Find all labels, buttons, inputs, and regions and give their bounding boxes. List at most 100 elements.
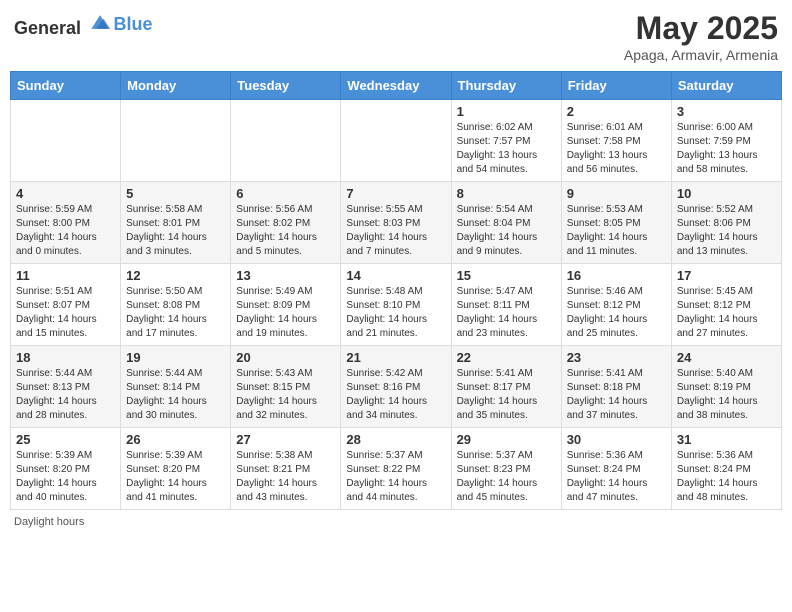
day-info: Sunrise: 5:38 AM Sunset: 8:21 PM Dayligh… bbox=[236, 449, 335, 505]
day-info: Sunrise: 5:39 AM Sunset: 8:20 PM Dayligh… bbox=[126, 449, 225, 505]
month-title: May 2025 bbox=[624, 10, 778, 47]
day-number: 7 bbox=[346, 186, 445, 201]
day-number: 22 bbox=[457, 350, 556, 365]
calendar-cell bbox=[11, 100, 121, 182]
calendar-cell: 16 Sunrise: 5:46 AM Sunset: 8:12 PM Dayli… bbox=[561, 264, 671, 346]
calendar-week-row: 25 Sunrise: 5:39 AM Sunset: 8:20 PM Dayli… bbox=[11, 428, 782, 510]
day-number: 5 bbox=[126, 186, 225, 201]
footer-note: Daylight hours bbox=[10, 516, 782, 528]
calendar-cell: 19 Sunrise: 5:44 AM Sunset: 8:14 PM Dayli… bbox=[121, 346, 231, 428]
day-info: Sunrise: 5:59 AM Sunset: 8:00 PM Dayligh… bbox=[16, 203, 115, 259]
day-info: Sunrise: 5:44 AM Sunset: 8:14 PM Dayligh… bbox=[126, 367, 225, 423]
logo: General Blue bbox=[14, 10, 153, 39]
day-number: 1 bbox=[457, 104, 556, 119]
calendar-cell: 23Sunrise: 5:41 AM Sunset: 8:18 PM Dayli… bbox=[561, 346, 671, 428]
calendar-cell: 5Sunrise: 5:58 AM Sunset: 8:01 PM Daylig… bbox=[121, 182, 231, 264]
calendar-cell bbox=[121, 100, 231, 182]
calendar-cell: 25 Sunrise: 5:39 AM Sunset: 8:20 PM Dayli… bbox=[11, 428, 121, 510]
day-info: Sunrise: 5:36 AM Sunset: 8:24 PM Dayligh… bbox=[677, 449, 776, 505]
calendar-cell: 15Sunrise: 5:47 AM Sunset: 8:11 PM Dayli… bbox=[451, 264, 561, 346]
day-number: 9 bbox=[567, 186, 666, 201]
title-block: May 2025 Apaga, Armavir, Armenia bbox=[624, 10, 778, 63]
day-info: Sunrise: 5:49 AM Sunset: 8:09 PM Dayligh… bbox=[236, 285, 335, 341]
day-info: Sunrise: 6:00 AM Sunset: 7:59 PM Dayligh… bbox=[677, 121, 776, 177]
day-number: 4 bbox=[16, 186, 115, 201]
calendar-cell: 10Sunrise: 5:52 AM Sunset: 8:06 PM Dayli… bbox=[671, 182, 781, 264]
day-number: 17 bbox=[677, 268, 776, 283]
calendar-cell: 6Sunrise: 5:56 AM Sunset: 8:02 PM Daylig… bbox=[231, 182, 341, 264]
calendar-week-row: 4 Sunrise: 5:59 AM Sunset: 8:00 PM Daylig… bbox=[11, 182, 782, 264]
day-number: 21 bbox=[346, 350, 445, 365]
day-number: 18 bbox=[16, 350, 115, 365]
day-number: 14 bbox=[346, 268, 445, 283]
calendar-week-row: 1 Sunrise: 6:02 AM Sunset: 7:57 PM Daylig… bbox=[11, 100, 782, 182]
calendar-cell bbox=[341, 100, 451, 182]
day-info: Sunrise: 5:46 AM Sunset: 8:12 PM Dayligh… bbox=[567, 285, 666, 341]
day-info: Sunrise: 5:37 AM Sunset: 8:23 PM Dayligh… bbox=[457, 449, 556, 505]
day-info: Sunrise: 5:45 AM Sunset: 8:12 PM Dayligh… bbox=[677, 285, 776, 341]
day-info: Sunrise: 5:40 AM Sunset: 8:19 PM Dayligh… bbox=[677, 367, 776, 423]
calendar-cell: 3 Sunrise: 6:00 AM Sunset: 7:59 PM Daylig… bbox=[671, 100, 781, 182]
day-info: Sunrise: 5:41 AM Sunset: 8:18 PM Dayligh… bbox=[567, 367, 666, 423]
day-info: Sunrise: 5:48 AM Sunset: 8:10 PM Dayligh… bbox=[346, 285, 445, 341]
calendar-cell: 11Sunrise: 5:51 AM Sunset: 8:07 PM Dayli… bbox=[11, 264, 121, 346]
day-info: Sunrise: 5:39 AM Sunset: 8:20 PM Dayligh… bbox=[16, 449, 115, 505]
day-number: 8 bbox=[457, 186, 556, 201]
day-number: 24 bbox=[677, 350, 776, 365]
calendar-table: SundayMondayTuesdayWednesdayThursdayFrid… bbox=[10, 71, 782, 510]
logo-text-blue: Blue bbox=[114, 14, 153, 35]
calendar-day-header: Friday bbox=[561, 72, 671, 100]
day-number: 19 bbox=[126, 350, 225, 365]
day-number: 26 bbox=[126, 432, 225, 447]
calendar-cell: 12 Sunrise: 5:50 AM Sunset: 8:08 PM Dayli… bbox=[121, 264, 231, 346]
calendar-day-header: Thursday bbox=[451, 72, 561, 100]
page-header: General Blue May 2025 Apaga, Armavir, Ar… bbox=[10, 10, 782, 63]
day-info: Sunrise: 5:43 AM Sunset: 8:15 PM Dayligh… bbox=[236, 367, 335, 423]
calendar-cell: 8 Sunrise: 5:54 AM Sunset: 8:04 PM Daylig… bbox=[451, 182, 561, 264]
day-number: 15 bbox=[457, 268, 556, 283]
calendar-cell: 21 Sunrise: 5:42 AM Sunset: 8:16 PM Dayli… bbox=[341, 346, 451, 428]
calendar-cell: 22 Sunrise: 5:41 AM Sunset: 8:17 PM Dayli… bbox=[451, 346, 561, 428]
calendar-day-header: Monday bbox=[121, 72, 231, 100]
calendar-header-row: SundayMondayTuesdayWednesdayThursdayFrid… bbox=[11, 72, 782, 100]
day-info: Sunrise: 5:42 AM Sunset: 8:16 PM Dayligh… bbox=[346, 367, 445, 423]
calendar-cell: 29 Sunrise: 5:37 AM Sunset: 8:23 PM Dayli… bbox=[451, 428, 561, 510]
day-number: 31 bbox=[677, 432, 776, 447]
day-info: Sunrise: 6:01 AM Sunset: 7:58 PM Dayligh… bbox=[567, 121, 666, 177]
day-info: Sunrise: 5:52 AM Sunset: 8:06 PM Dayligh… bbox=[677, 203, 776, 259]
calendar-cell: 17 Sunrise: 5:45 AM Sunset: 8:12 PM Dayli… bbox=[671, 264, 781, 346]
calendar-cell: 31 Sunrise: 5:36 AM Sunset: 8:24 PM Dayli… bbox=[671, 428, 781, 510]
logo-icon bbox=[88, 10, 112, 34]
day-number: 25 bbox=[16, 432, 115, 447]
day-number: 30 bbox=[567, 432, 666, 447]
day-number: 3 bbox=[677, 104, 776, 119]
calendar-cell: 9Sunrise: 5:53 AM Sunset: 8:05 PM Daylig… bbox=[561, 182, 671, 264]
calendar-cell: 2 Sunrise: 6:01 AM Sunset: 7:58 PM Daylig… bbox=[561, 100, 671, 182]
calendar-cell: 7Sunrise: 5:55 AM Sunset: 8:03 PM Daylig… bbox=[341, 182, 451, 264]
day-number: 13 bbox=[236, 268, 335, 283]
day-number: 27 bbox=[236, 432, 335, 447]
calendar-cell: 27 Sunrise: 5:38 AM Sunset: 8:21 PM Dayli… bbox=[231, 428, 341, 510]
calendar-cell: 30Sunrise: 5:36 AM Sunset: 8:24 PM Dayli… bbox=[561, 428, 671, 510]
calendar-cell: 4 Sunrise: 5:59 AM Sunset: 8:00 PM Daylig… bbox=[11, 182, 121, 264]
calendar-cell: 18Sunrise: 5:44 AM Sunset: 8:13 PM Dayli… bbox=[11, 346, 121, 428]
day-info: Sunrise: 5:50 AM Sunset: 8:08 PM Dayligh… bbox=[126, 285, 225, 341]
calendar-cell: 13 Sunrise: 5:49 AM Sunset: 8:09 PM Dayli… bbox=[231, 264, 341, 346]
calendar-week-row: 18Sunrise: 5:44 AM Sunset: 8:13 PM Dayli… bbox=[11, 346, 782, 428]
location-subtitle: Apaga, Armavir, Armenia bbox=[624, 47, 778, 63]
calendar-cell: 28Sunrise: 5:37 AM Sunset: 8:22 PM Dayli… bbox=[341, 428, 451, 510]
calendar-cell: 14 Sunrise: 5:48 AM Sunset: 8:10 PM Dayli… bbox=[341, 264, 451, 346]
day-number: 20 bbox=[236, 350, 335, 365]
day-info: Sunrise: 5:54 AM Sunset: 8:04 PM Dayligh… bbox=[457, 203, 556, 259]
calendar-day-header: Saturday bbox=[671, 72, 781, 100]
calendar-day-header: Tuesday bbox=[231, 72, 341, 100]
day-info: Sunrise: 6:02 AM Sunset: 7:57 PM Dayligh… bbox=[457, 121, 556, 177]
day-number: 16 bbox=[567, 268, 666, 283]
day-info: Sunrise: 5:37 AM Sunset: 8:22 PM Dayligh… bbox=[346, 449, 445, 505]
day-number: 29 bbox=[457, 432, 556, 447]
logo-text-general: General bbox=[14, 18, 81, 38]
day-info: Sunrise: 5:41 AM Sunset: 8:17 PM Dayligh… bbox=[457, 367, 556, 423]
day-number: 12 bbox=[126, 268, 225, 283]
day-info: Sunrise: 5:51 AM Sunset: 8:07 PM Dayligh… bbox=[16, 285, 115, 341]
day-number: 2 bbox=[567, 104, 666, 119]
